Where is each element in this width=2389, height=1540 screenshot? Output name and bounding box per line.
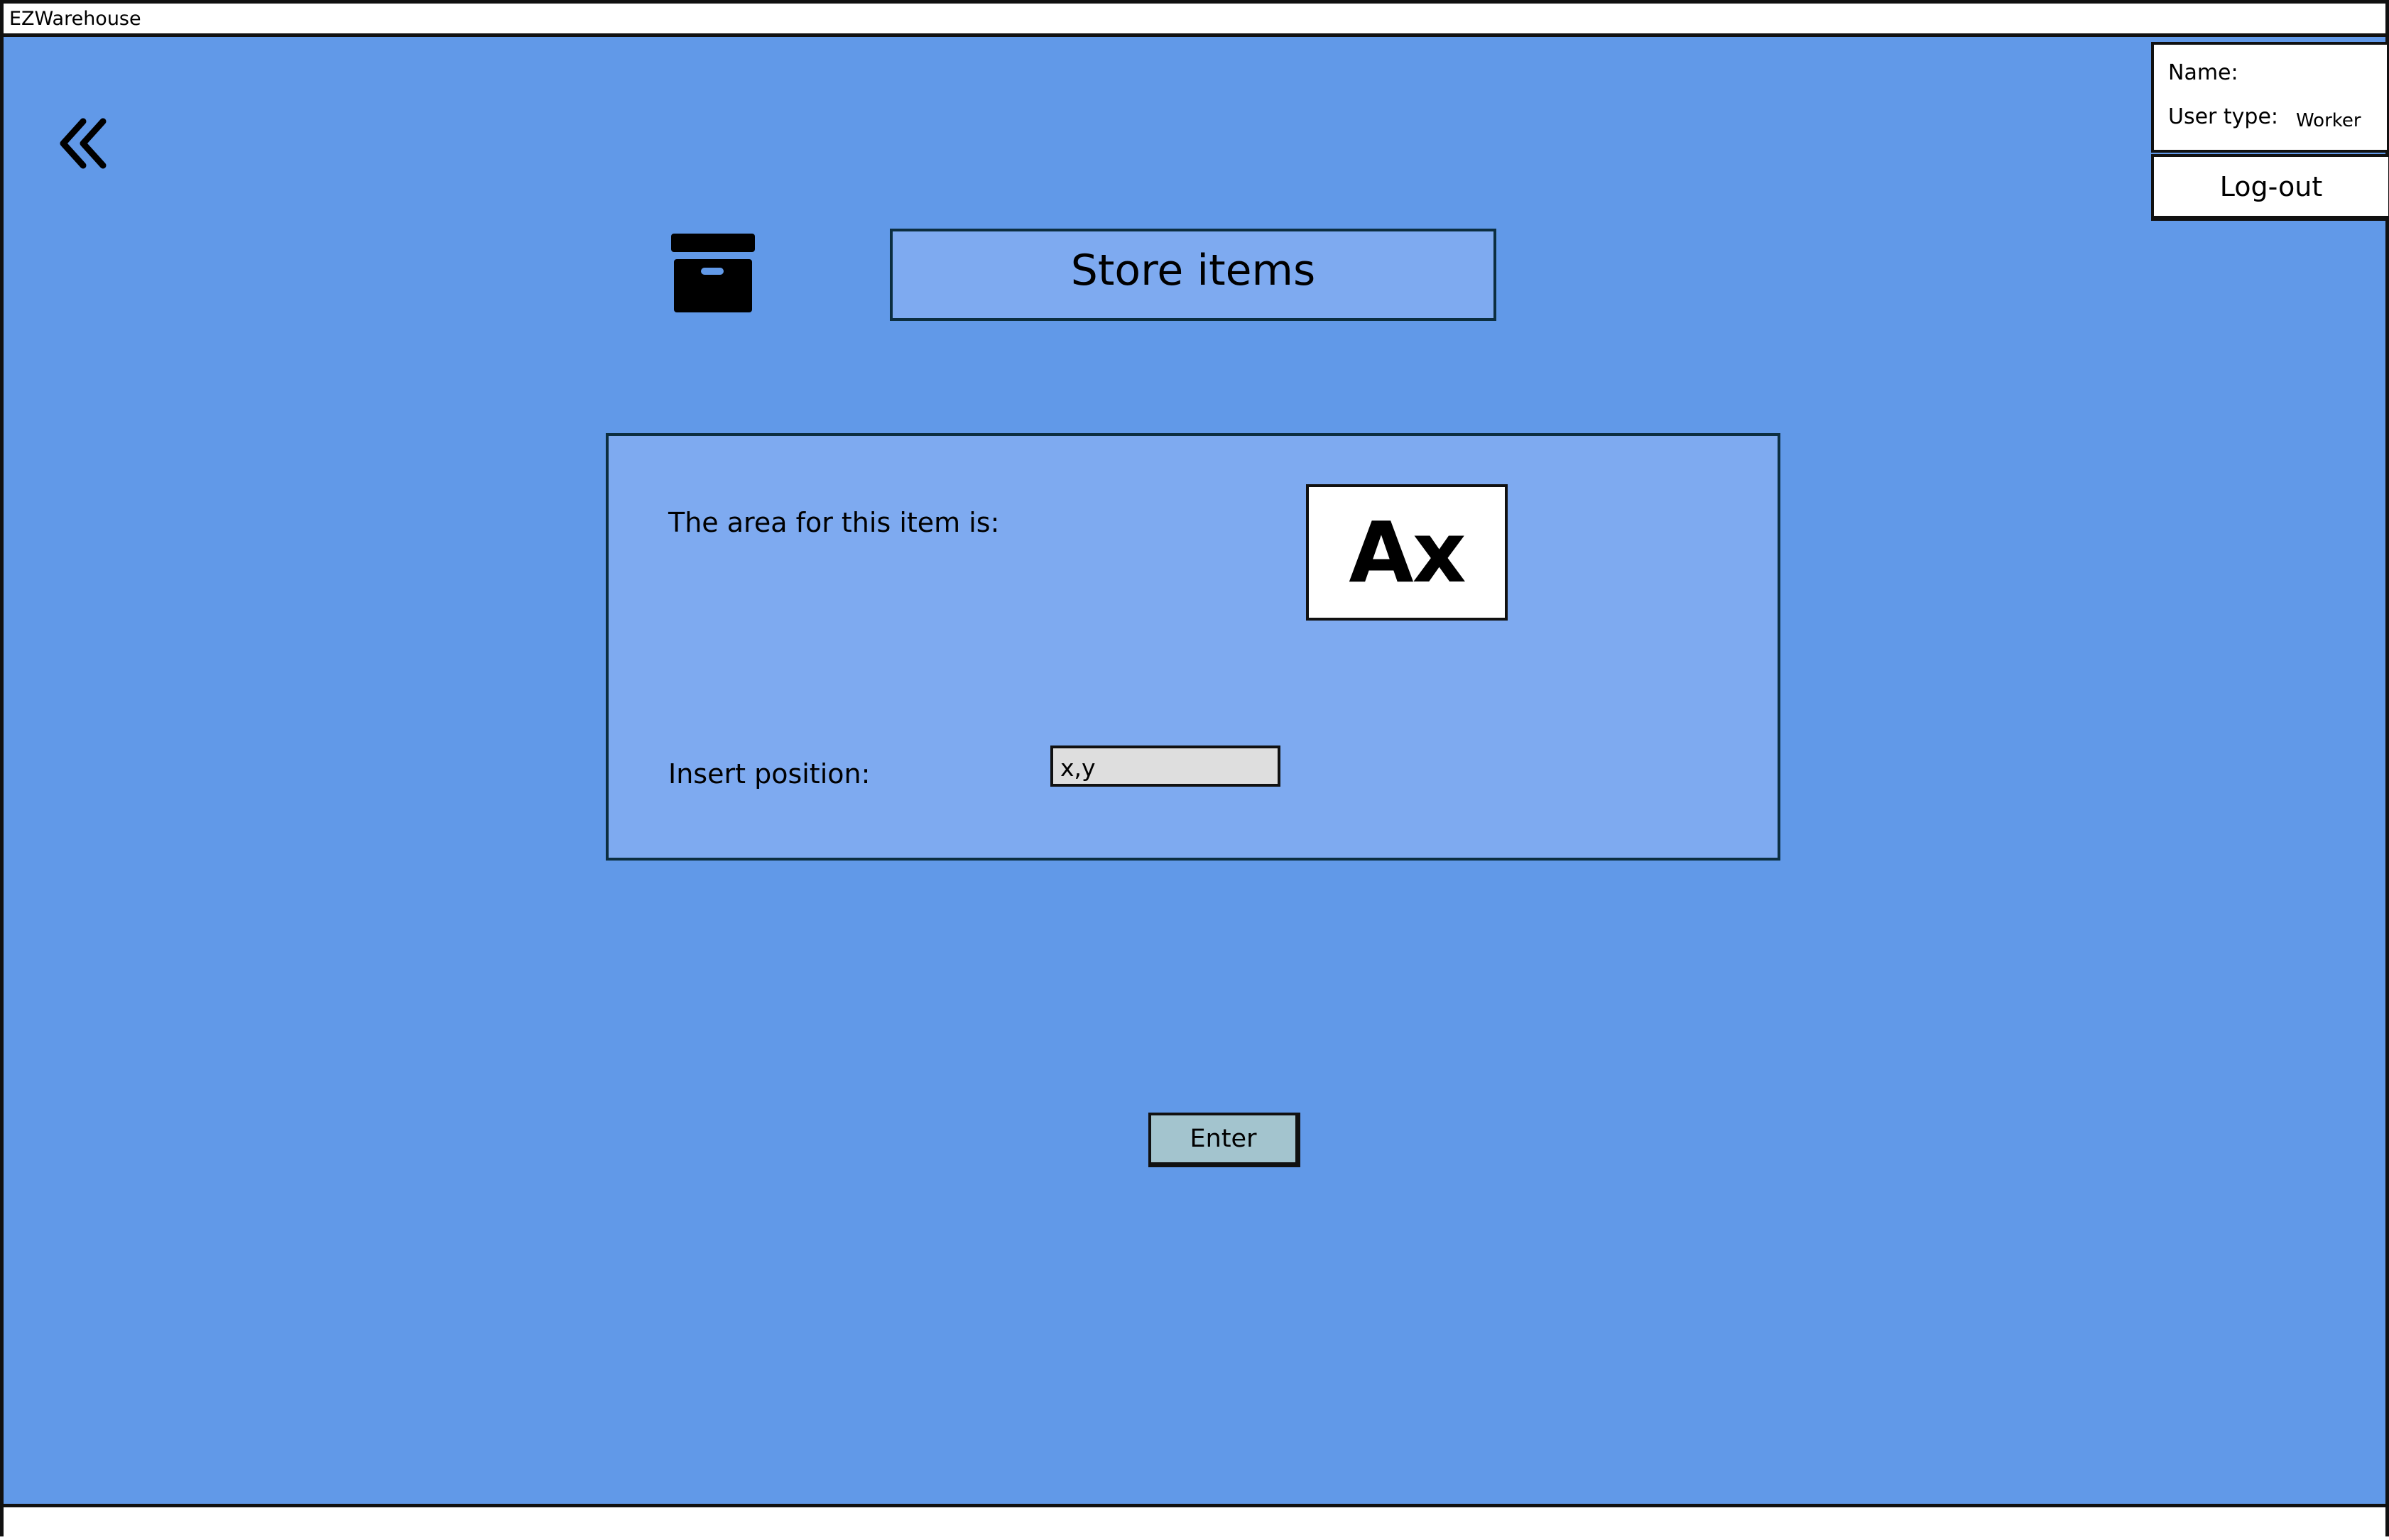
enter-button[interactable]: Enter bbox=[1148, 1113, 1300, 1167]
page-header: Store items bbox=[890, 229, 1496, 321]
double-chevron-left-icon bbox=[60, 118, 107, 169]
user-name-label: Name: bbox=[2168, 60, 2238, 85]
position-input[interactable] bbox=[1050, 746, 1280, 787]
user-info: Name: User type: Worker bbox=[2151, 42, 2389, 153]
store-items-panel: The area for this item is: Ax Insert pos… bbox=[606, 433, 1780, 861]
back-button[interactable] bbox=[53, 111, 110, 175]
page-title: Store items bbox=[1070, 246, 1316, 295]
area-label: The area for this item is: bbox=[668, 507, 1000, 538]
status-bar bbox=[4, 1504, 2385, 1540]
position-label: Insert position: bbox=[668, 758, 871, 790]
user-type-value: Worker bbox=[2296, 110, 2361, 131]
user-type-label: User type: bbox=[2168, 104, 2279, 129]
area-value: Ax bbox=[1349, 503, 1466, 601]
title-bar: EZWarehouse bbox=[4, 4, 2385, 37]
archive-box-icon bbox=[670, 232, 756, 314]
area-display: Ax bbox=[1306, 484, 1508, 621]
logout-button[interactable]: Log-out bbox=[2151, 154, 2389, 221]
main-canvas: Store items The area for this item is: A… bbox=[4, 37, 2385, 1504]
app-window: EZWarehouse Store items The area for thi… bbox=[0, 0, 2389, 1540]
app-title: EZWarehouse bbox=[9, 8, 141, 30]
